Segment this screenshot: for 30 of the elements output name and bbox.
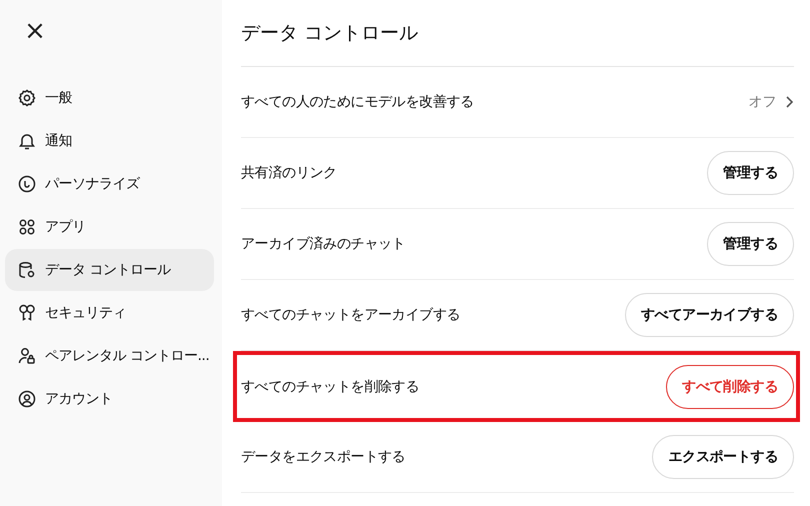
action-button[interactable]: エクスポートする [652, 435, 794, 479]
delete-button[interactable]: すべて削除する [666, 364, 794, 408]
sidebar-item[interactable]: データ コントロール [5, 249, 214, 291]
action-button[interactable]: すべてアーカイブする [624, 293, 794, 337]
setting-label: アーカイブ済みのチャット [241, 235, 406, 253]
clock-icon [17, 174, 37, 194]
keys-icon [17, 303, 37, 323]
apps-icon [17, 217, 37, 237]
sidebar-item[interactable]: 一般 [5, 77, 214, 119]
setting-label: すべてのチャットをアーカイブする [241, 306, 462, 324]
sidebar-item[interactable]: パーソナライズ [5, 163, 214, 205]
setting-label: データをエクスポートする [241, 448, 406, 466]
setting-label: 共有済のリンク [241, 164, 338, 182]
close-button[interactable]: × [24, 20, 46, 42]
sidebar-item[interactable]: アプリ [5, 206, 214, 248]
action-button[interactable]: 管理する [707, 222, 794, 266]
sidebar-item[interactable]: セキュリティ [5, 292, 214, 334]
person-lock-icon [17, 346, 37, 366]
sidebar-item[interactable]: アカウント [5, 378, 214, 420]
sidebar-item[interactable]: ペアレンタル コントロー... [5, 335, 214, 377]
setting-label: すべてのチャットを削除する [241, 378, 420, 396]
database-icon [17, 260, 37, 280]
account-icon [17, 389, 37, 409]
chevron-right-icon[interactable] [784, 95, 794, 109]
setting-label: すべての人のためにモデルを改善する [241, 93, 475, 111]
settings-icon [17, 88, 37, 108]
sidebar-item[interactable]: 通知 [5, 120, 214, 162]
action-button[interactable]: 管理する [707, 151, 794, 195]
setting-value[interactable]: オフ [748, 93, 776, 111]
panel-title: データ コントロール [241, 0, 794, 67]
